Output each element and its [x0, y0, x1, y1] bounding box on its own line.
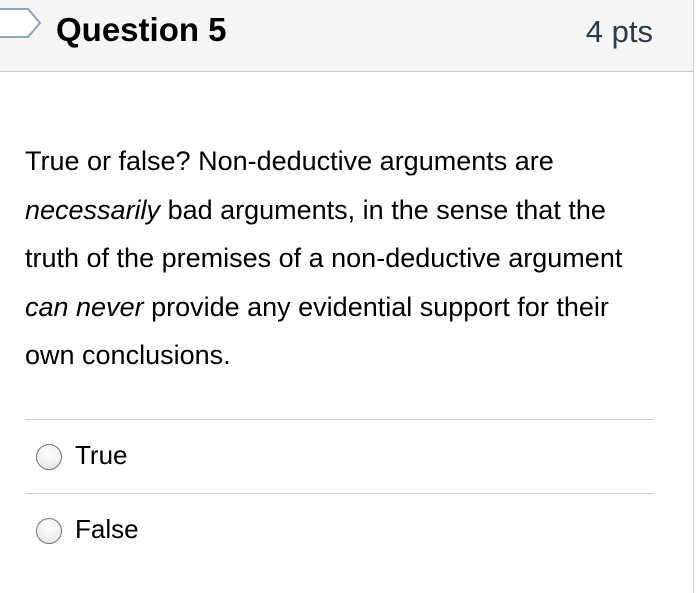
- answer-option-false[interactable]: False: [25, 493, 654, 567]
- bookmark-flag-icon[interactable]: [0, 8, 42, 38]
- question-header: Question 5 4 pts: [0, 0, 693, 72]
- question-points: 4 pts: [585, 14, 653, 49]
- question-title: Question 5: [56, 11, 227, 48]
- answer-option-true[interactable]: True: [25, 419, 654, 493]
- question-text-emphasis: can never: [25, 291, 144, 322]
- answer-label: True: [75, 440, 128, 470]
- answer-label: False: [75, 514, 139, 544]
- answer-list: True False: [25, 419, 654, 567]
- question-text-part: True or false? Non-deductive arguments a…: [25, 146, 554, 176]
- question-text-emphasis: necessarily: [25, 194, 161, 225]
- radio-button[interactable]: [36, 444, 62, 470]
- radio-button[interactable]: [36, 518, 62, 544]
- quiz-question-card: Question 5 4 pts True or false? Non-dedu…: [0, 0, 694, 593]
- question-text: True or false? Non-deductive arguments a…: [25, 137, 660, 380]
